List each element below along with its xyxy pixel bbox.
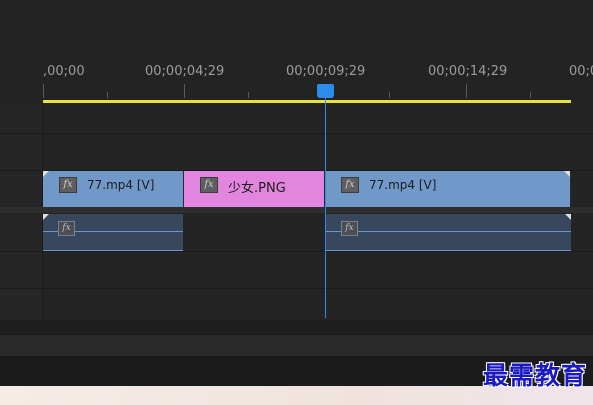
timeline-scroll-area[interactable] (0, 320, 593, 334)
fx-badge-icon[interactable]: fx (200, 177, 218, 193)
ruler-minor-tick (530, 92, 531, 98)
playhead-line[interactable] (325, 96, 326, 318)
clip-label: 少女.PNG (228, 181, 286, 196)
timecode-label: ,00;00 (43, 64, 85, 79)
track-row-v2[interactable] (43, 134, 593, 170)
ruler-major-tick (466, 84, 467, 98)
image-clip[interactable]: fx 少女.PNG (184, 171, 325, 207)
timecode-label: 00;0 (569, 64, 593, 79)
playhead-handle-icon[interactable] (317, 84, 334, 98)
volume-line[interactable] (326, 231, 571, 232)
ruler-major-tick (43, 84, 44, 98)
clip-start-marker-icon (43, 171, 49, 177)
ruler-minor-tick (107, 92, 108, 98)
audio-clip[interactable]: fx (326, 214, 571, 251)
clip-label: 77.mp4 [V] (369, 178, 437, 192)
clip-start-marker-icon (43, 214, 49, 220)
timecode-label: 00;00;09;29 (286, 64, 366, 79)
fx-badge-icon[interactable]: fx (341, 221, 358, 236)
ruler-minor-tick (389, 92, 390, 98)
clip-end-marker-icon (564, 171, 570, 177)
fx-badge-icon[interactable]: fx (58, 221, 75, 236)
clip-label: 77.mp4 [V] (87, 178, 155, 192)
timecode-label: 00;00;04;29 (145, 64, 225, 79)
video-clip[interactable]: fx 77.mp4 [V] (326, 171, 571, 207)
work-area-bar[interactable] (43, 100, 571, 103)
clip-end-marker-icon (565, 214, 571, 220)
track-row-a2[interactable] (43, 252, 593, 288)
bottom-panel (0, 334, 593, 357)
audio-clip[interactable]: fx (43, 214, 183, 251)
track-row-a3[interactable] (43, 289, 593, 320)
ruler-major-tick (184, 84, 185, 98)
watermark-logo: 最需教育 (482, 361, 587, 390)
ruler-minor-tick (248, 92, 249, 98)
fx-badge-icon[interactable]: fx (341, 177, 359, 193)
fx-badge-icon[interactable]: fx (59, 177, 77, 193)
timecode-label: 00;00;14;29 (428, 64, 508, 79)
time-ruler[interactable] (0, 55, 593, 105)
track-row-v3[interactable] (43, 105, 593, 133)
video-clip[interactable]: fx 77.mp4 [V] (43, 171, 184, 207)
